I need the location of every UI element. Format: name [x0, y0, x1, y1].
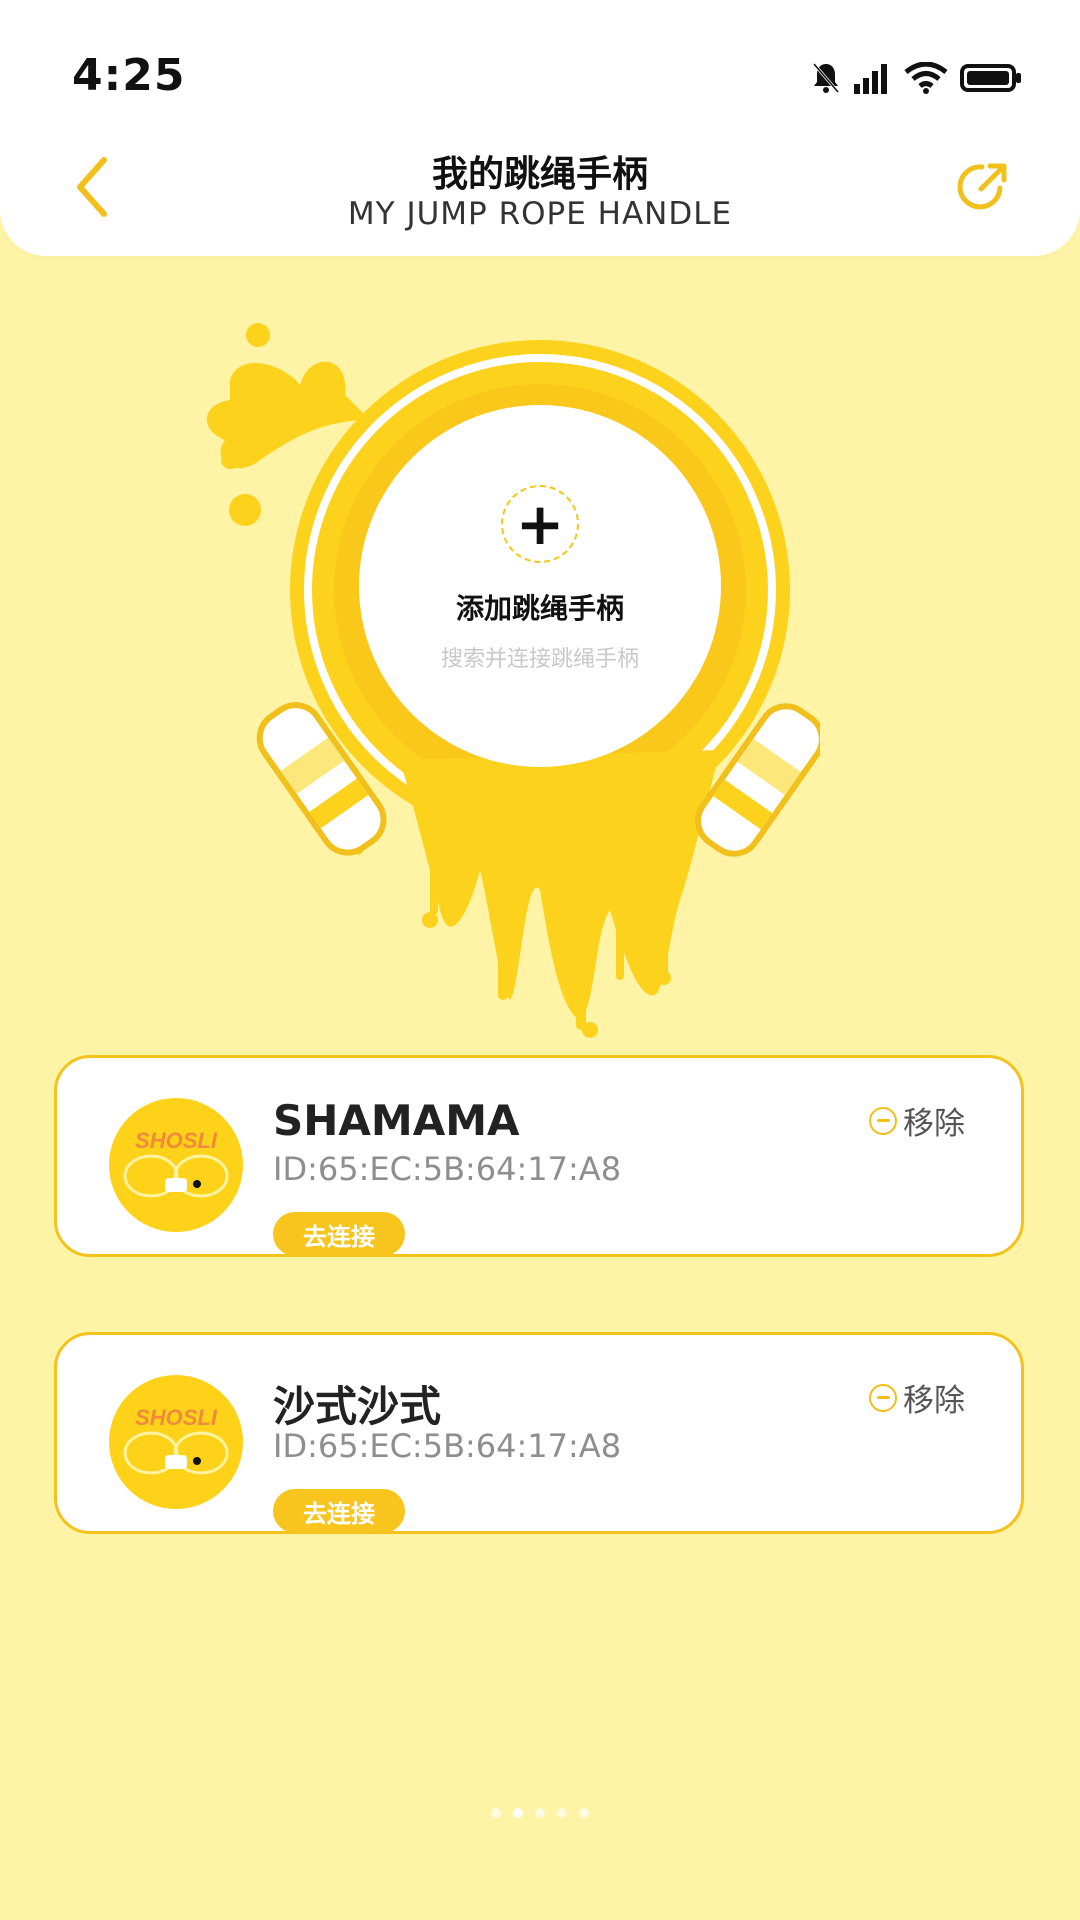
- remove-button[interactable]: 移除: [869, 1098, 965, 1143]
- page-indicator: [0, 1808, 1080, 1818]
- page-dot[interactable]: [491, 1808, 501, 1818]
- remove-label: 移除: [903, 1106, 965, 1142]
- device-id: ID:65:EC:5B:64:17:A8: [273, 1427, 622, 1465]
- minus-circle-icon: [869, 1106, 897, 1135]
- device-id: ID:65:EC:5B:64:17:A8: [273, 1150, 622, 1188]
- header-bar: 4:25 我的跳绳手柄 MY JUMP ROPE HANDLE: [0, 0, 1080, 256]
- device-name: SHAMAMA: [273, 1096, 520, 1145]
- svg-text:SHOSLI: SHOSLI: [135, 1405, 218, 1430]
- status-time: 4:25: [72, 50, 186, 101]
- page-dot-active[interactable]: [513, 1808, 523, 1818]
- device-name: 沙式沙式: [273, 1382, 442, 1431]
- page-dot[interactable]: [579, 1808, 589, 1818]
- status-icons: [812, 56, 1022, 100]
- device-card: SHOSLI 沙式沙式 ID:65:EC:5B:64:17:A8 去连接 移除: [54, 1332, 1024, 1534]
- plus-icon[interactable]: +: [501, 485, 579, 563]
- connect-button[interactable]: 去连接: [273, 1212, 405, 1256]
- add-handle-sublabel: 搜索并连接跳绳手柄: [440, 647, 639, 672]
- battery-icon: [960, 64, 1021, 92]
- add-handle-label: 添加跳绳手柄: [455, 592, 624, 625]
- page-title: 我的跳绳手柄: [431, 154, 648, 195]
- page-dot[interactable]: [557, 1808, 567, 1818]
- page-dot[interactable]: [535, 1808, 545, 1818]
- remove-button[interactable]: 移除: [869, 1375, 965, 1420]
- signal-icon: [854, 64, 887, 94]
- device-card: SHOSLI SHAMAMA ID:65:EC:5B:64:17:A8 去连接 …: [54, 1055, 1024, 1257]
- share-button[interactable]: [954, 158, 1012, 216]
- add-handle-button[interactable]: + 添加跳绳手柄 搜索并连接跳绳手柄: [359, 405, 721, 767]
- wifi-icon: [904, 62, 948, 94]
- device-logo: SHOSLI: [109, 1098, 243, 1232]
- mute-bell-icon: [812, 63, 840, 93]
- page-subtitle: MY JUMP ROPE HANDLE: [347, 196, 733, 232]
- connect-button[interactable]: 去连接: [273, 1489, 405, 1533]
- device-logo-image: SHOSLI: [123, 1405, 229, 1475]
- remove-label: 移除: [903, 1383, 965, 1419]
- device-logo-image: SHOSLI: [123, 1128, 229, 1198]
- device-logo: SHOSLI: [109, 1375, 243, 1509]
- minus-circle-icon: [869, 1383, 897, 1412]
- svg-text:SHOSLI: SHOSLI: [135, 1128, 218, 1153]
